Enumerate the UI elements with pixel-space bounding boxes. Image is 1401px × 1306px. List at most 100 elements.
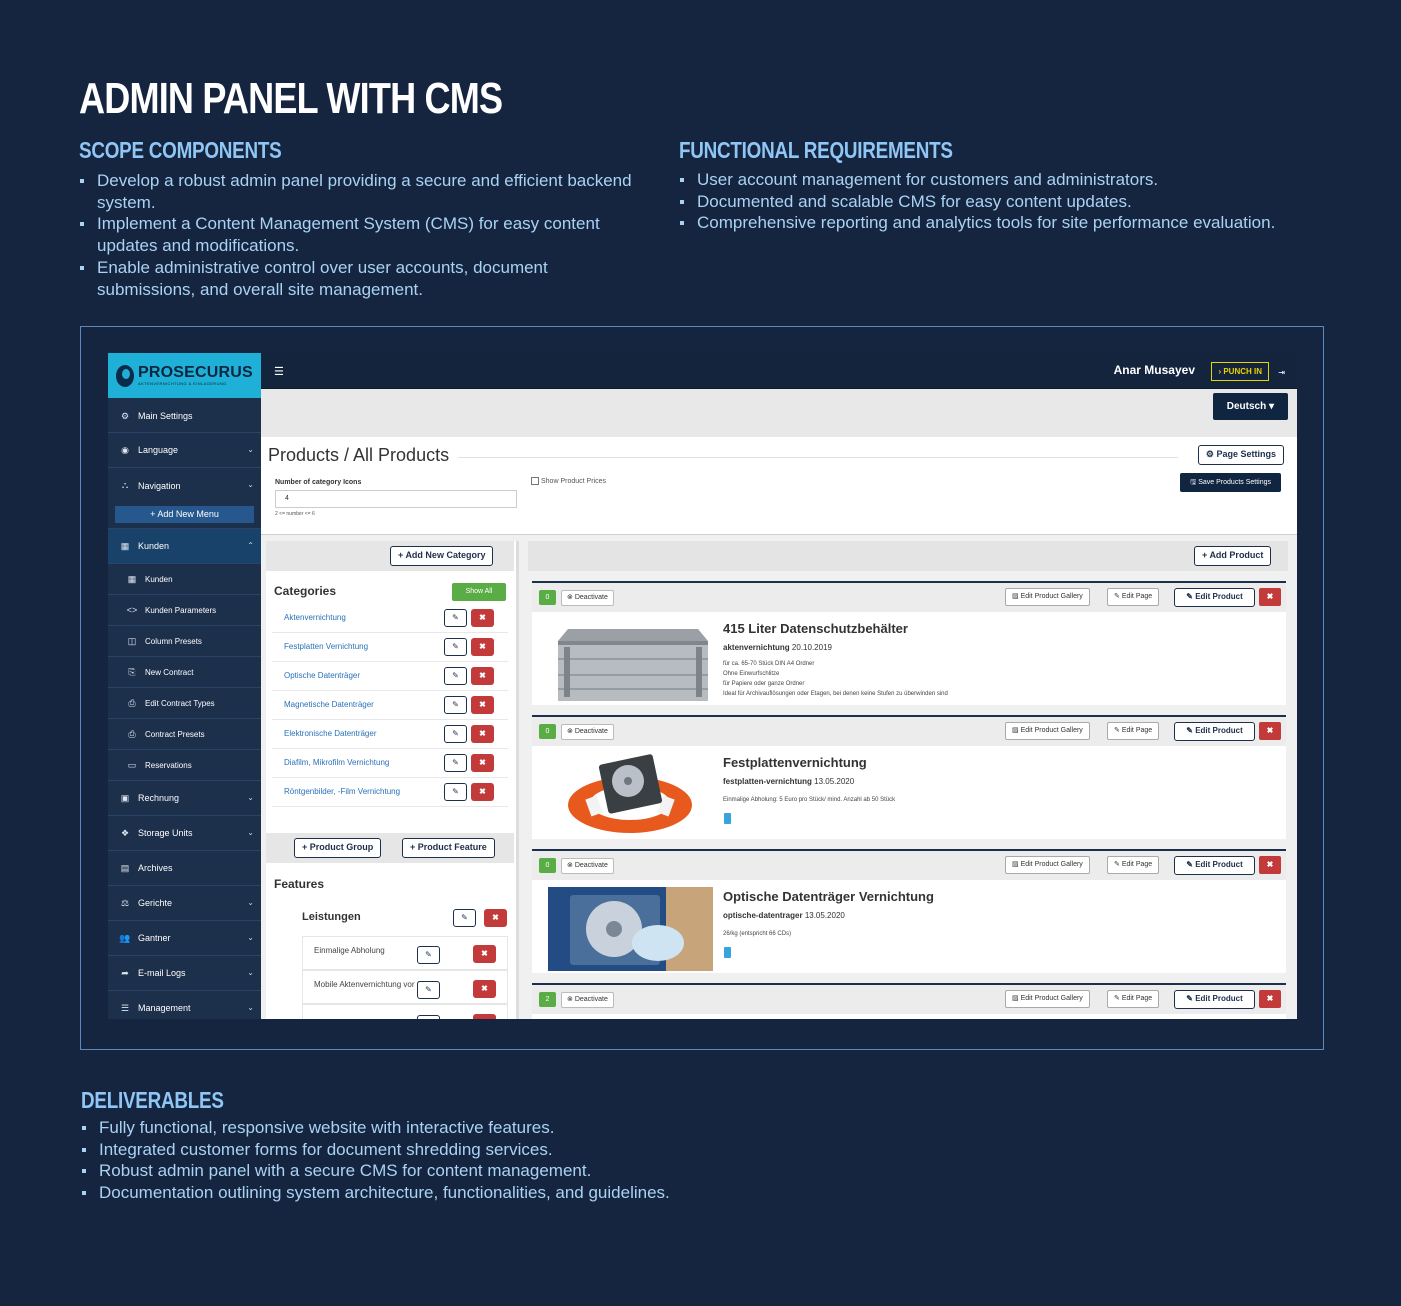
sidebar-subitem-kunden[interactable]: ▦ Kunden [108, 564, 261, 595]
language-dropdown[interactable]: Deutsch ▾ [1212, 393, 1288, 420]
category-link[interactable]: Magnetische Datenträger [284, 700, 374, 709]
delete-icon[interactable]: ✖ [484, 909, 507, 927]
delete-icon[interactable]: ✖ [471, 696, 494, 714]
image-icon: ▨ [1012, 593, 1021, 600]
deactivate-button[interactable]: ⊗ Deactivate [561, 590, 614, 606]
sidebar-item-main-settings[interactable]: ⚙ Main Settings [108, 400, 261, 433]
delete-icon[interactable]: ✖ [1259, 722, 1281, 740]
edit-gallery-button[interactable]: ▨ Edit Product Gallery [1005, 588, 1090, 606]
edit-icon[interactable]: ✎ [444, 638, 467, 656]
sidebar-subitem-reservations[interactable]: ▭ Reservations [108, 750, 261, 781]
edit-page-button[interactable]: ✎ Edit Page [1107, 722, 1160, 740]
product-card-header: 2 ⊗ Deactivate ▨ Edit Product Gallery ✎ … [532, 985, 1286, 1014]
delete-icon[interactable]: ✖ [471, 725, 494, 743]
category-icons-input[interactable]: 4 [275, 490, 517, 508]
sidebar-item-management[interactable]: ☰ Management ⌄ [108, 991, 261, 1019]
circle-icon: ⊗ [567, 594, 575, 601]
menu-toggle-icon[interactable]: ☰ [274, 365, 284, 378]
edit-icon[interactable]: ✎ [444, 696, 467, 714]
category-link[interactable]: Festplatten Vernichtung [284, 642, 368, 651]
plus-icon: + [410, 842, 418, 852]
sidebar-subitem-kunden-parameters[interactable]: <> Kunden Parameters [108, 595, 261, 626]
product-image-container [548, 887, 713, 971]
edit-gallery-button[interactable]: ▨ Edit Product Gallery [1005, 856, 1090, 874]
delete-icon[interactable]: ✖ [471, 638, 494, 656]
edit-icon[interactable]: ✎ [444, 783, 467, 801]
scope-list: Develop a robust admin panel providing a… [79, 170, 639, 300]
delete-icon[interactable]: ✖ [471, 754, 494, 772]
logo[interactable]: PROSECURUS AKTENVERNICHTUNG & EINLAGERUN… [108, 353, 261, 398]
delete-icon[interactable]: ✖ [471, 783, 494, 801]
edit-icon[interactable]: ✎ [417, 1015, 440, 1019]
delete-icon[interactable]: ✖ [1259, 588, 1281, 606]
add-new-menu-button[interactable]: + Add New Menu [115, 506, 254, 523]
sidebar-item-rechnung[interactable]: ▣ Rechnung ⌄ [108, 781, 261, 816]
sidebar-subitem-edit-contract-types[interactable]: ⎙ Edit Contract Types [108, 688, 261, 719]
delete-icon[interactable]: ✖ [473, 945, 496, 963]
edit-gallery-label: Edit Product Gallery [1020, 593, 1083, 600]
edit-page-button[interactable]: ✎ Edit Page [1107, 856, 1160, 874]
sidebar-subitem-column-presets[interactable]: ◫ Column Presets [108, 626, 261, 657]
edit-icon[interactable]: ✎ [453, 909, 476, 927]
edit-page-button[interactable]: ✎ Edit Page [1107, 990, 1160, 1008]
edit-gallery-button[interactable]: ▨ Edit Product Gallery [1005, 990, 1090, 1008]
edit-icon[interactable]: ✎ [444, 667, 467, 685]
edit-page-label: Edit Page [1121, 593, 1153, 600]
product-slug: aktenvernichtung [723, 643, 790, 652]
sidebar-item-gantner[interactable]: 👥 Gantner ⌄ [108, 921, 261, 956]
deactivate-button[interactable]: ⊗ Deactivate [561, 858, 614, 874]
edit-icon[interactable]: ✎ [417, 946, 440, 964]
add-product-feature-button[interactable]: + Product Feature [402, 838, 495, 858]
edit-product-button[interactable]: ✎ Edit Product [1174, 990, 1255, 1009]
add-category-button[interactable]: + Add New Category [390, 546, 494, 566]
edit-product-button[interactable]: ✎ Edit Product [1174, 588, 1255, 607]
description-line: für Papiere oder ganze Ordner [723, 681, 805, 687]
edit-icon[interactable]: ✎ [444, 725, 467, 743]
delete-icon[interactable]: ✖ [473, 980, 496, 998]
edit-gallery-button[interactable]: ▨ Edit Product Gallery [1005, 722, 1090, 740]
delete-icon[interactable]: ✖ [473, 1014, 496, 1019]
add-product-button[interactable]: + Add Product [1194, 546, 1272, 566]
sidebar-subitem-new-contract[interactable]: ⎘ New Contract [108, 657, 261, 688]
delete-icon[interactable]: ✖ [471, 667, 494, 685]
product-image-container [548, 753, 713, 837]
category-link[interactable]: Optische Datenträger [284, 671, 360, 680]
sidebar-item-label: Main Settings [138, 411, 193, 421]
print-icon: ⎙ [128, 697, 136, 708]
category-row: Optische Datenträger ✎ ✖ [272, 662, 508, 691]
edit-icon[interactable]: ✎ [444, 754, 467, 772]
delete-icon[interactable]: ✖ [471, 609, 494, 627]
sidebar-item-gerichte[interactable]: ⚖ Gerichte ⌄ [108, 886, 261, 921]
add-product-group-button[interactable]: + Product Group [294, 838, 382, 858]
page-headline: ADMIN PANEL WITH CMS [79, 74, 503, 123]
sidebar-item-email-logs[interactable]: ➦ E-mail Logs ⌄ [108, 956, 261, 991]
save-products-settings-button[interactable]: 🖫 Save Products Settings [1180, 473, 1281, 492]
logout-icon[interactable]: ⇥ [1278, 368, 1285, 377]
category-link[interactable]: Aktenvernichtung [284, 613, 346, 622]
delete-icon[interactable]: ✖ [1259, 856, 1281, 874]
delete-icon[interactable]: ✖ [1259, 990, 1281, 1008]
sidebar-item-navigation[interactable]: ⛬ Navigation ⌄ [108, 468, 261, 503]
category-link[interactable]: Elektronische Datenträger [284, 729, 377, 738]
cog-icon: ⚙ [1205, 449, 1217, 459]
user-name[interactable]: Anar Musayev [1114, 363, 1195, 377]
edit-product-button[interactable]: ✎ Edit Product [1174, 856, 1255, 875]
show-all-button[interactable]: Show All [452, 583, 506, 601]
edit-icon[interactable]: ✎ [444, 609, 467, 627]
category-link[interactable]: Röntgenbilder, -Film Vernichtung [284, 787, 400, 796]
category-link[interactable]: Diafilm, Mikrofilm Vernichtung [284, 758, 389, 767]
edit-icon[interactable]: ✎ [417, 981, 440, 999]
sidebar-item-language[interactable]: ◉ Language ⌄ [108, 433, 261, 468]
sidebar-item-storage-units[interactable]: ❖ Storage Units ⌄ [108, 816, 261, 851]
sidebar-item-archives[interactable]: ▤ Archives [108, 851, 261, 886]
edit-product-button[interactable]: ✎ Edit Product [1174, 722, 1255, 741]
edit-page-button[interactable]: ✎ Edit Page [1107, 588, 1160, 606]
deliverables-list: Fully functional, responsive website wit… [81, 1117, 781, 1204]
punch-in-button[interactable]: › PUNCH IN [1211, 362, 1269, 381]
deactivate-button[interactable]: ⊗ Deactivate [561, 992, 614, 1008]
deactivate-button[interactable]: ⊗ Deactivate [561, 724, 614, 740]
show-prices-checkbox[interactable]: Show Product Prices [531, 477, 606, 485]
sidebar-item-kunden[interactable]: ▦ Kunden ⌃ [108, 529, 261, 564]
page-settings-button[interactable]: ⚙ Page Settings [1197, 445, 1284, 465]
sidebar-subitem-contract-presets[interactable]: ⎙ Contract Presets [108, 719, 261, 750]
